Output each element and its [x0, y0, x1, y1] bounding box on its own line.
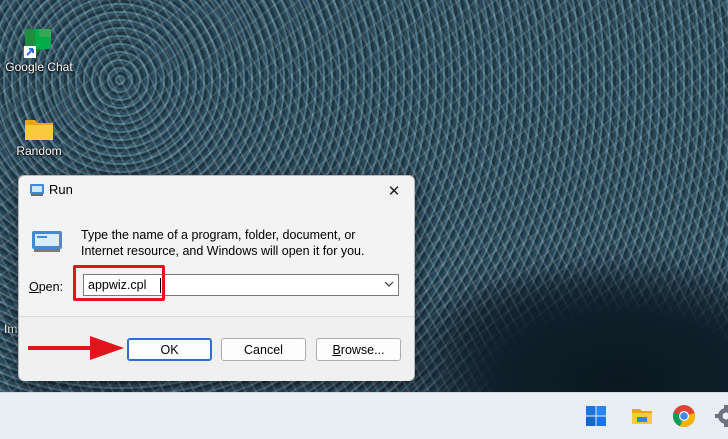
open-label-accelerator: O — [29, 280, 39, 294]
file-explorer-icon[interactable] — [630, 404, 654, 428]
browse-label: rowse... — [341, 343, 385, 357]
annotation-highlight-box — [73, 265, 165, 301]
close-icon: ✕ — [388, 182, 401, 200]
windows-start-icon[interactable] — [584, 404, 608, 428]
cancel-button[interactable]: Cancel — [221, 338, 306, 361]
wallpaper-shore — [380, 250, 728, 400]
google-chat-icon — [22, 26, 56, 60]
desktop-icon-random-folder[interactable]: Random — [4, 114, 74, 158]
taskbar — [0, 392, 728, 439]
run-program-icon — [31, 230, 63, 252]
chrome-icon[interactable] — [672, 404, 696, 428]
desktop-icon-google-chat[interactable]: Google Chat — [4, 26, 74, 74]
desktop-icon-label: Random — [4, 144, 74, 158]
open-label: Open: — [29, 280, 63, 294]
title-bar[interactable]: Run ✕ — [19, 176, 414, 204]
desktop-icon-label-partial: Im — [4, 322, 17, 336]
settings-gear-icon[interactable] — [714, 404, 728, 428]
dialog-description: Type the name of a program, folder, docu… — [81, 227, 401, 259]
browse-accelerator: B — [332, 343, 340, 357]
chevron-down-icon[interactable] — [384, 280, 394, 288]
annotation-arrow-icon — [28, 335, 124, 361]
browse-button[interactable]: Browse... — [316, 338, 401, 361]
folder-icon — [22, 114, 56, 144]
open-label-text: pen: — [39, 280, 63, 294]
close-button[interactable]: ✕ — [382, 180, 406, 202]
ok-button[interactable]: OK — [127, 338, 212, 361]
desktop-icon-label: Google Chat — [4, 60, 74, 74]
dialog-title: Run — [49, 182, 73, 197]
run-app-icon — [29, 182, 45, 196]
